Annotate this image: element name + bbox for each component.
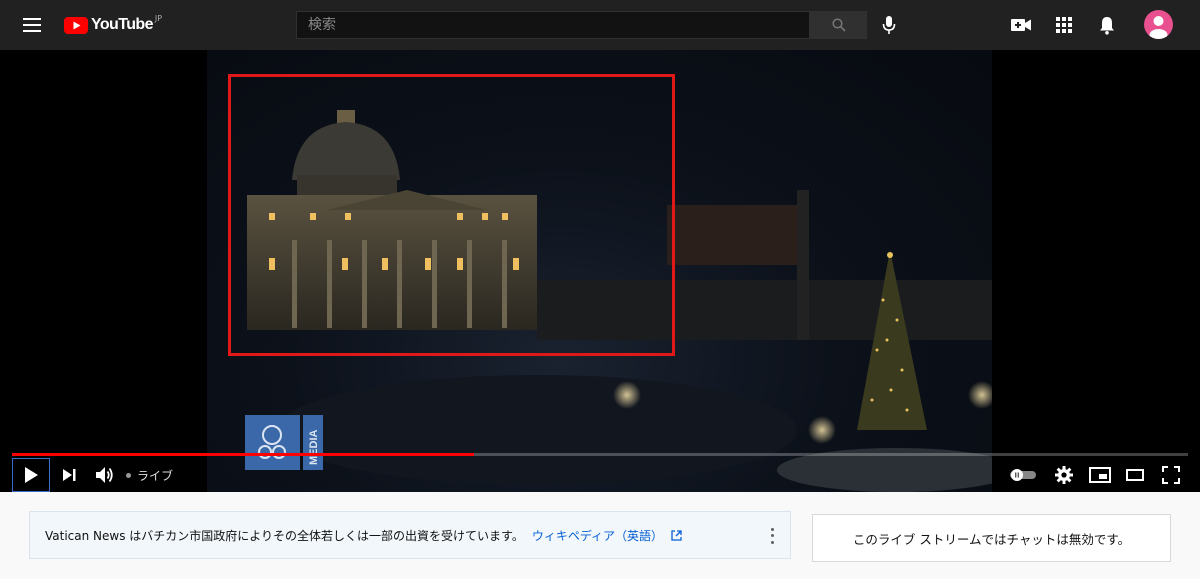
volume-icon (96, 467, 113, 483)
chat-disabled-text: このライブ ストリームではチャットは無効です。 (852, 531, 1131, 547)
autoplay-toggle[interactable] (1008, 458, 1038, 492)
funding-info-panel: Vatican News はバチカン市国政府によりその全体若しくは一部の出資を受… (29, 511, 791, 559)
live-label: ライブ (137, 468, 174, 483)
menu-icon (23, 18, 41, 32)
settings-button[interactable] (1050, 458, 1078, 492)
miniplayer-button[interactable] (1086, 458, 1114, 492)
highlight-annotation-box (228, 74, 675, 356)
search-input[interactable]: 検索 (296, 11, 810, 39)
fullscreen-icon (1162, 466, 1180, 484)
funding-info-text: Vatican News はバチカン市国政府によりその全体若しくは一部の出資を受… (45, 528, 524, 543)
logo-region: JP (154, 13, 163, 23)
wikipedia-link[interactable]: ウィキペディア（英語） (532, 527, 663, 544)
youtube-logo[interactable]: YouTube JP (64, 14, 162, 36)
live-indicator[interactable]: ライブ (126, 458, 173, 492)
more-options-icon[interactable] (766, 526, 778, 546)
theater-mode-button[interactable] (1121, 458, 1149, 492)
apps-icon (1056, 17, 1072, 33)
mic-icon (882, 16, 896, 34)
external-link-icon[interactable] (671, 529, 682, 541)
theater-mode-icon (1126, 469, 1144, 481)
logo-text: YouTube (91, 16, 153, 33)
notifications-button[interactable] (1094, 12, 1120, 38)
skip-next-icon (63, 469, 76, 481)
play-icon (25, 467, 38, 483)
youtube-play-logo-icon (64, 16, 88, 34)
avatar-icon (1149, 16, 1168, 39)
volume-button[interactable] (90, 458, 120, 492)
progress-bar-fill (12, 453, 475, 456)
video-player[interactable]: MEDIA ライブ (0, 50, 1200, 492)
masthead: YouTube JP 検索 (0, 0, 1200, 50)
player-controls: ライブ (0, 458, 1200, 492)
chat-disabled-panel: このライブ ストリームではチャットは無効です。 (812, 514, 1171, 562)
create-video-icon (1011, 19, 1031, 31)
live-dot (126, 472, 131, 478)
play-button[interactable] (12, 458, 50, 492)
progress-bar[interactable] (12, 453, 1188, 456)
bell-icon (1100, 16, 1114, 35)
apps-button[interactable] (1051, 12, 1077, 38)
miniplayer-icon (1089, 467, 1111, 483)
fullscreen-button[interactable] (1156, 458, 1186, 492)
search-icon (831, 18, 846, 32)
search-button[interactable] (810, 11, 867, 39)
menu-button[interactable] (14, 10, 50, 40)
gear-icon (1055, 466, 1073, 484)
create-button[interactable] (1008, 12, 1034, 38)
next-button[interactable] (54, 458, 84, 492)
avatar[interactable] (1144, 10, 1173, 39)
voice-search-button[interactable] (876, 12, 902, 38)
autoplay-toggle-icon (1010, 469, 1036, 481)
